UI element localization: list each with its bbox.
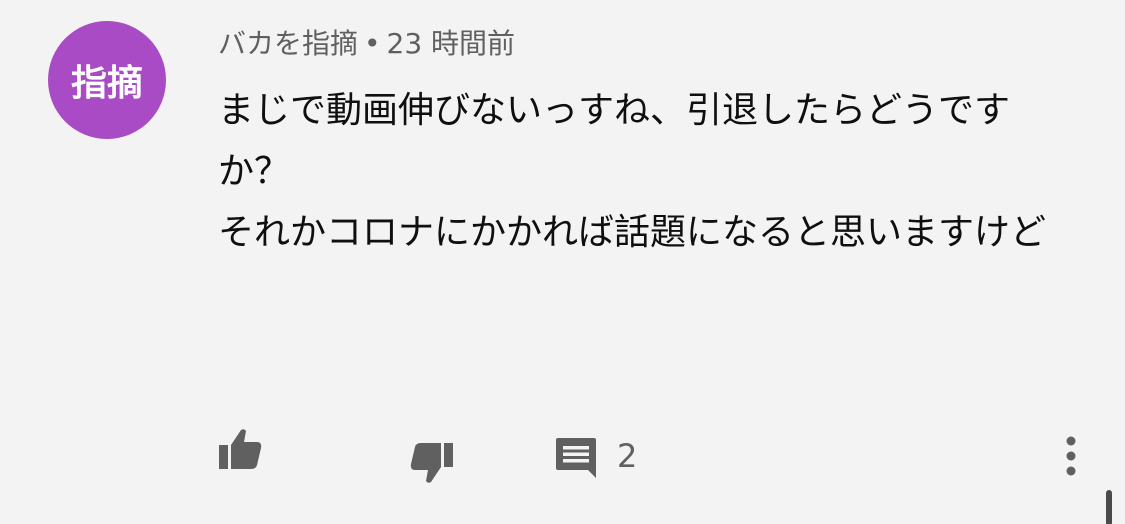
comment-card: 指摘 バカを指摘 • 23 時間前 まじで動画伸びないっすね、引退したらどうですか？… bbox=[0, 0, 1125, 524]
more-options-button[interactable] bbox=[1052, 432, 1090, 480]
comment-body: まじで動画伸びないっすね、引退したらどうですか？ それかコロナにかかれば話題にな… bbox=[218, 80, 1078, 263]
thumb-down-icon bbox=[410, 443, 453, 483]
comment-meta: バカを指摘 • 23 時間前 bbox=[218, 22, 515, 62]
comment-paragraph: まじで動画伸びないっすね、引退したらどうですか？ bbox=[218, 90, 1011, 192]
thumb-up-icon bbox=[219, 429, 262, 469]
comment-time: 23 時間前 bbox=[386, 27, 516, 60]
reply-count[interactable]: 2 bbox=[617, 436, 637, 476]
reply-button[interactable] bbox=[550, 434, 602, 482]
dislike-button[interactable] bbox=[405, 438, 459, 488]
meta-separator: • bbox=[364, 27, 381, 60]
comment-icon bbox=[556, 438, 596, 478]
more-vertical-icon bbox=[1066, 436, 1076, 476]
scrollbar[interactable] bbox=[1106, 490, 1112, 524]
author-name[interactable]: バカを指摘 bbox=[218, 27, 358, 60]
comment-paragraph: それかコロナにかかれば話題になると思いますけど bbox=[218, 212, 1047, 253]
like-button[interactable] bbox=[213, 424, 267, 474]
avatar[interactable]: 指摘 bbox=[48, 21, 166, 139]
